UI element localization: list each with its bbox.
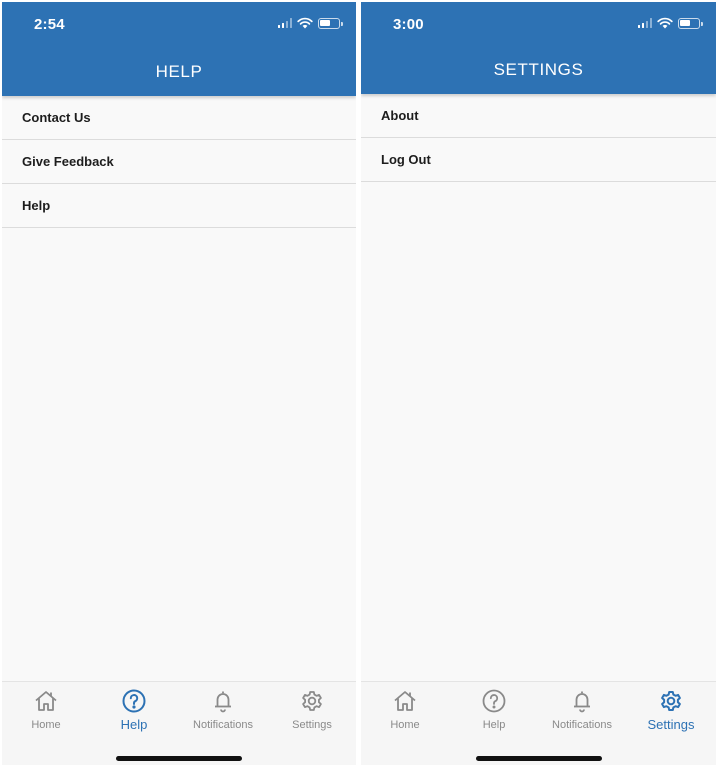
app-header: 3:00 SETTINGS <box>361 2 716 94</box>
tab-bar: Home Help Notifications Settings <box>2 681 356 765</box>
menu-item-about[interactable]: About <box>361 94 716 138</box>
status-time: 3:00 <box>393 16 424 33</box>
status-time: 2:54 <box>34 16 65 33</box>
home-indicator[interactable] <box>116 756 242 761</box>
cellular-signal-icon <box>277 18 292 28</box>
tab-home[interactable]: Home <box>6 684 86 731</box>
settings-screen: 3:00 SETTINGS About Log Out Home Help No… <box>361 2 716 765</box>
home-icon <box>394 691 416 711</box>
menu-item-give-feedback[interactable]: Give Feedback <box>2 140 356 184</box>
menu-item-help[interactable]: Help <box>2 184 356 228</box>
help-screen: 2:54 HELP Contact Us Give Feedback Help <box>2 2 356 765</box>
tab-notifications[interactable]: Notifications <box>183 684 263 731</box>
tab-label: Home <box>31 719 61 731</box>
menu-item-contact-us[interactable]: Contact Us <box>2 96 356 140</box>
tab-settings[interactable]: Settings <box>631 684 711 732</box>
status-icons <box>277 16 343 30</box>
tab-help[interactable]: Help <box>94 684 174 732</box>
tab-label: Help <box>120 717 148 732</box>
bell-icon <box>574 691 590 713</box>
help-menu-list: Contact Us Give Feedback Help <box>2 96 356 228</box>
home-icon <box>35 691 57 711</box>
tab-label: Home <box>390 719 420 731</box>
help-circle-icon <box>122 689 146 713</box>
gear-icon <box>661 691 681 711</box>
page-title: HELP <box>155 62 203 81</box>
app-header: 2:54 HELP <box>2 2 356 96</box>
wifi-icon <box>657 17 673 29</box>
battery-icon <box>678 17 703 29</box>
settings-menu-list: About Log Out <box>361 94 716 182</box>
tab-notifications[interactable]: Notifications <box>542 684 622 731</box>
menu-item-log-out[interactable]: Log Out <box>361 138 716 182</box>
tab-help[interactable]: Help <box>454 684 534 731</box>
tab-label: Help <box>482 719 506 731</box>
tab-label: Notifications <box>193 719 253 731</box>
cellular-signal-icon <box>637 18 652 28</box>
battery-icon <box>318 17 343 29</box>
tab-settings[interactable]: Settings <box>272 684 352 731</box>
tab-home[interactable]: Home <box>365 684 445 731</box>
tab-label: Settings <box>292 719 332 731</box>
tab-label: Notifications <box>552 719 612 731</box>
tab-label: Settings <box>647 717 695 732</box>
bell-icon <box>215 691 231 713</box>
tab-bar: Home Help Notifications Settings <box>361 681 716 765</box>
status-icons <box>637 16 703 30</box>
home-indicator[interactable] <box>475 756 602 761</box>
gear-icon <box>302 691 322 711</box>
page-title: SETTINGS <box>493 60 584 79</box>
help-circle-icon <box>482 689 506 713</box>
wifi-icon <box>297 17 313 29</box>
